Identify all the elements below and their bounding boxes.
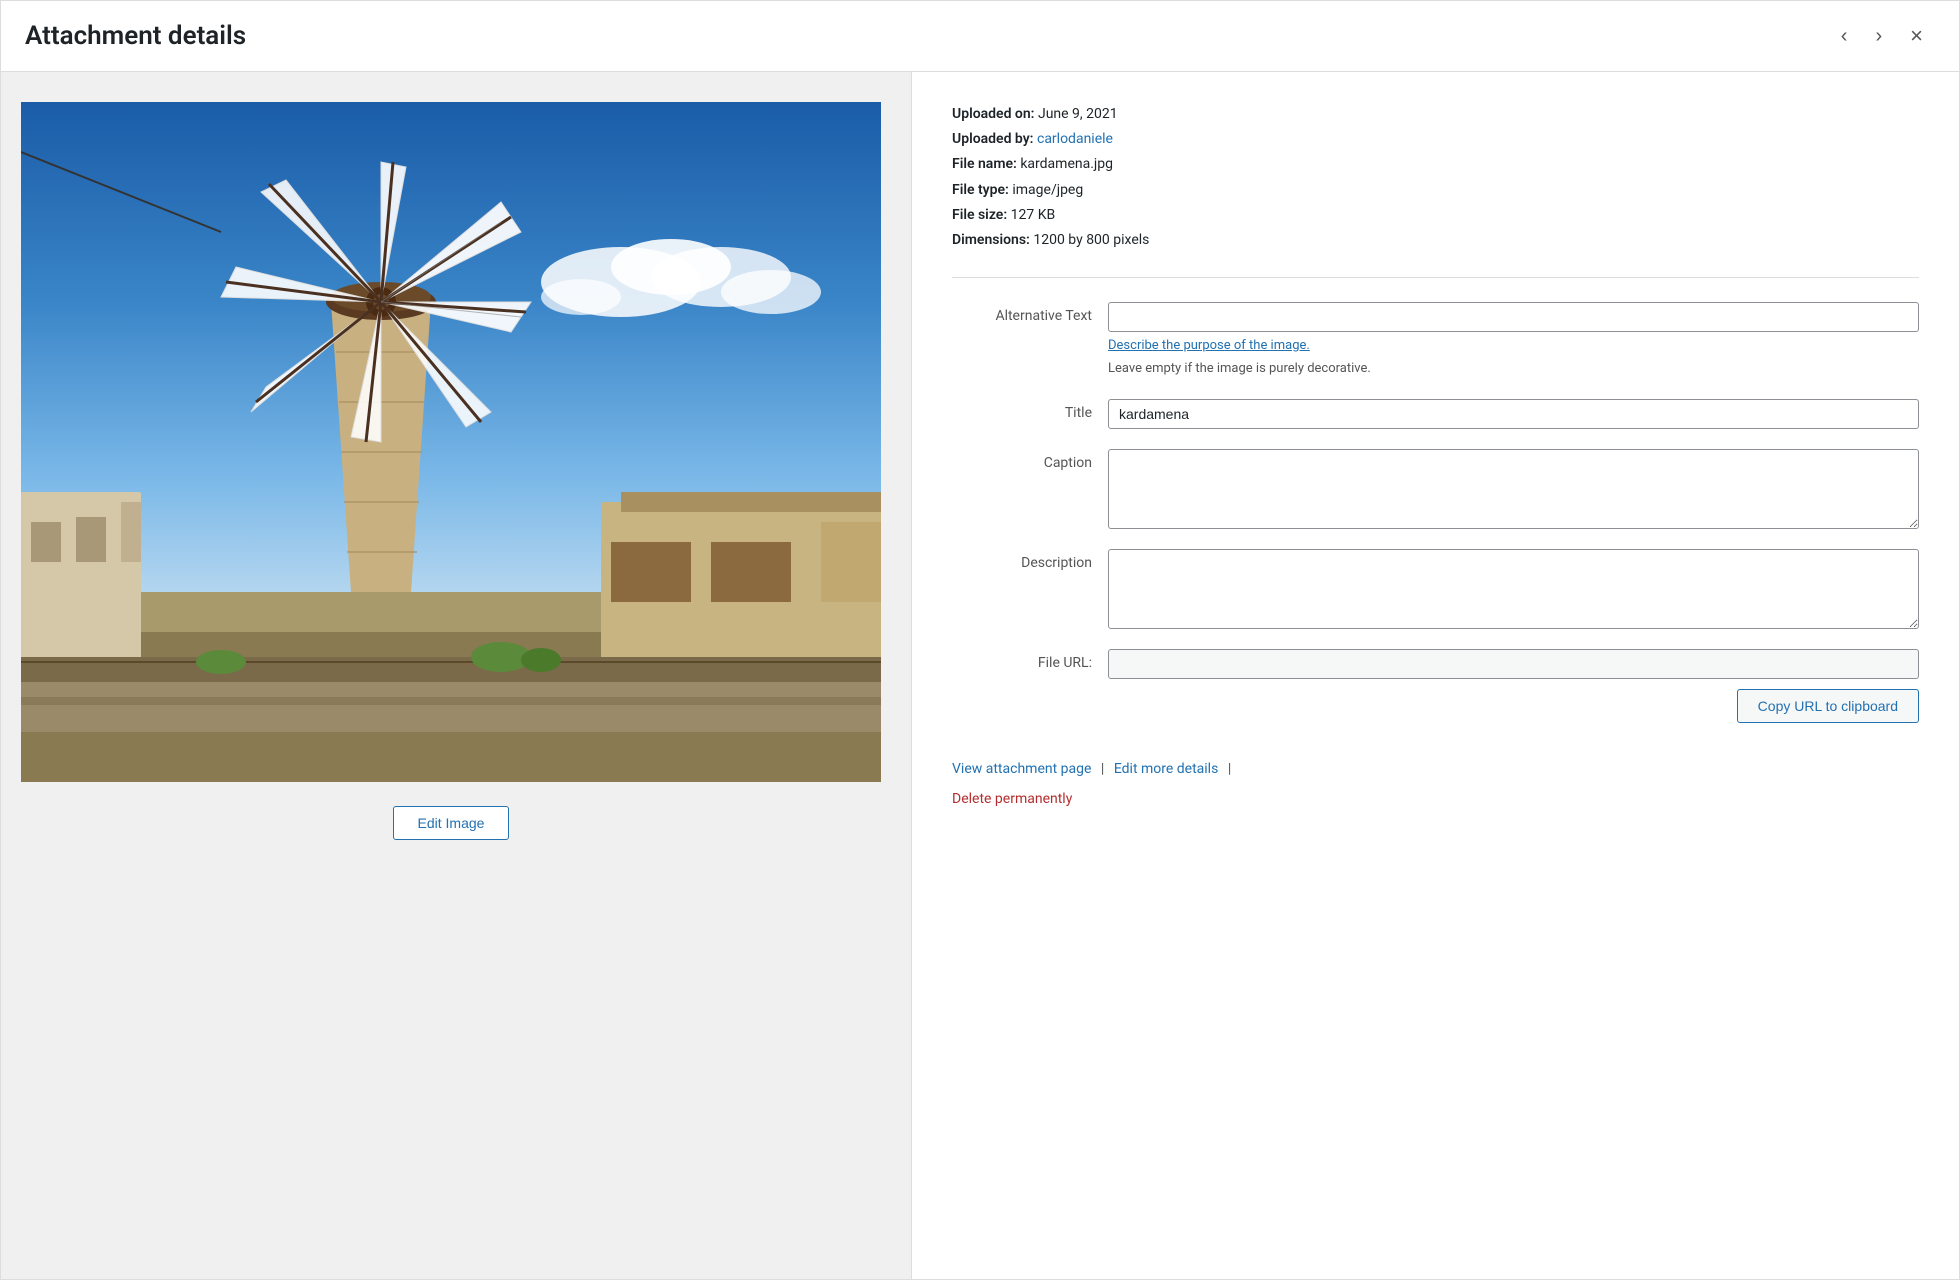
close-button[interactable]: × [1898, 19, 1935, 53]
modal-container: Attachment details ‹ › × [0, 0, 1960, 1280]
modal-body: Edit Image Uploaded on: June 9, 2021 Upl… [1, 72, 1959, 1279]
title-input[interactable] [1108, 399, 1919, 429]
meta-section: Uploaded on: June 9, 2021 Uploaded by: c… [952, 102, 1919, 278]
separator-1: | [1101, 761, 1104, 777]
meta-uploaded-by: Uploaded by: carlodaniele [952, 127, 1919, 152]
right-panel: Uploaded on: June 9, 2021 Uploaded by: c… [911, 72, 1959, 1279]
footer-links: View attachment page | Edit more details… [952, 755, 1919, 813]
form-section: Alternative Text Describe the purpose of… [952, 302, 1919, 723]
alt-text-field: Describe the purpose of the image. Leave… [1108, 302, 1919, 379]
file-url-field: Copy URL to clipboard [1108, 649, 1919, 723]
copy-btn-row: Copy URL to clipboard [1108, 689, 1919, 723]
caption-input[interactable] [1108, 449, 1919, 529]
header-nav: ‹ › × [1829, 19, 1935, 53]
meta-uploaded-on: Uploaded on: June 9, 2021 [952, 102, 1919, 127]
title-field [1108, 399, 1919, 429]
meta-file-name: File name: kardamena.jpg [952, 152, 1919, 177]
title-label: Title [952, 399, 1092, 421]
uploaded-on-value: June 9, 2021 [1038, 106, 1118, 122]
prev-button[interactable]: ‹ [1829, 20, 1860, 52]
alt-text-helper-link[interactable]: Describe the purpose of the image. [1108, 338, 1919, 353]
modal-title: Attachment details [25, 21, 246, 51]
view-attachment-link[interactable]: View attachment page [952, 761, 1091, 777]
dimensions-label: Dimensions: [952, 232, 1030, 248]
file-size-value: 127 KB [1011, 207, 1056, 223]
edit-more-details-link[interactable]: Edit more details [1114, 761, 1219, 777]
file-size-label: File size: [952, 207, 1007, 223]
meta-dimensions: Dimensions: 1200 by 800 pixels [952, 228, 1919, 253]
edit-image-btn-row: Edit Image [21, 806, 881, 840]
dimensions-value: 1200 by 800 pixels [1033, 232, 1149, 248]
edit-image-button[interactable]: Edit Image [393, 806, 510, 840]
description-input[interactable] [1108, 549, 1919, 629]
copy-url-button[interactable]: Copy URL to clipboard [1737, 689, 1919, 723]
caption-label: Caption [952, 449, 1092, 471]
alt-text-label: Alternative Text [952, 302, 1092, 324]
alt-text-input[interactable] [1108, 302, 1919, 332]
left-panel: Edit Image [1, 72, 911, 1279]
meta-file-size: File size: 127 KB [952, 203, 1919, 228]
description-field [1108, 549, 1919, 629]
next-button[interactable]: › [1863, 20, 1894, 52]
attachment-image [21, 102, 881, 782]
caption-field [1108, 449, 1919, 529]
file-type-label: File type: [952, 182, 1009, 198]
image-container [21, 102, 881, 782]
file-name-label: File name: [952, 156, 1017, 172]
file-url-input[interactable] [1108, 649, 1919, 679]
uploaded-on-label: Uploaded on: [952, 106, 1034, 122]
file-name-value: kardamena.jpg [1020, 156, 1113, 172]
description-label: Description [952, 549, 1092, 571]
delete-permanently-link[interactable]: Delete permanently [952, 785, 1919, 813]
file-type-value: image/jpeg [1012, 182, 1083, 198]
modal-header: Attachment details ‹ › × [1, 1, 1959, 72]
uploaded-by-link[interactable]: carlodaniele [1037, 131, 1113, 147]
uploaded-by-label: Uploaded by: [952, 131, 1034, 147]
meta-file-type: File type: image/jpeg [952, 178, 1919, 203]
file-url-label: File URL: [952, 649, 1092, 671]
alt-text-helper-text: Leave empty if the image is purely decor… [1108, 359, 1919, 379]
separator-2: | [1228, 761, 1231, 777]
